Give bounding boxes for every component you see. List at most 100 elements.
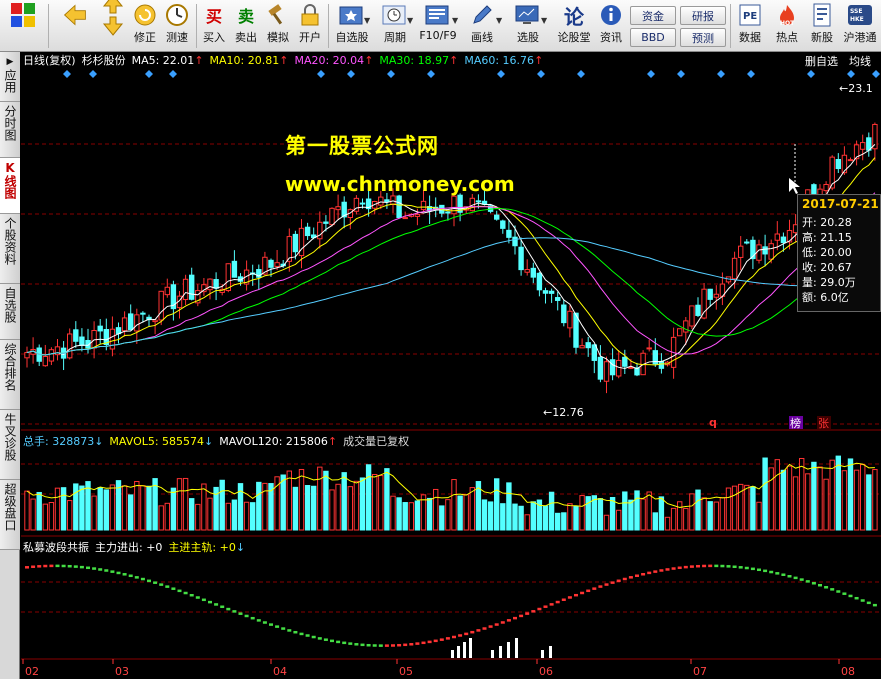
indicator-step: [519, 614, 524, 618]
volume-bar: [695, 489, 701, 531]
hk-connect-button[interactable]: SSE HKE 沪港通: [840, 3, 880, 49]
volume-bar: [109, 484, 116, 531]
draw-line-dropdown-icon[interactable]: ▼: [496, 16, 502, 25]
news-button[interactable]: 资讯: [596, 3, 626, 49]
ma60-label: MA60: 16.76↑: [464, 53, 544, 67]
candle-body: [396, 195, 402, 219]
indicator-step: [86, 566, 90, 570]
chart-canvas[interactable]: ←23.1 ←12.76 q 榜 张 02 03 04 05 06 07 08: [21, 52, 881, 679]
sidebar-tab-diagnosis[interactable]: 牛叉诊股: [0, 410, 20, 480]
volume-bar: [762, 457, 768, 531]
volume-bar: [872, 469, 878, 531]
tooltip-date: 2017-07-21: [802, 197, 879, 211]
new-stock-button[interactable]: 新股: [806, 3, 838, 49]
period-dropdown-icon[interactable]: ▼: [407, 16, 413, 25]
watchlist-dropdown-icon[interactable]: ▼: [364, 16, 370, 25]
indicator-step: [116, 571, 121, 575]
sidebar-tab-kline[interactable]: K线图: [0, 158, 20, 214]
sidebar-tab-stock-profile[interactable]: 个股资料: [0, 214, 20, 284]
sidebar-tab-intraday[interactable]: 分时图: [0, 102, 20, 158]
sell-icon: 卖: [237, 7, 254, 26]
sidebar-tab-watchlist[interactable]: 自选股: [0, 284, 20, 340]
volume-bar: [97, 487, 103, 531]
candle-body: [134, 314, 140, 332]
indicator-step: [671, 567, 676, 570]
indicator-step: [616, 579, 621, 583]
volume-bar: [396, 497, 402, 531]
indicator-step: [494, 623, 499, 626]
volume-bar: [335, 483, 341, 531]
indicator-step: [830, 588, 835, 591]
indicator-step: [140, 577, 145, 581]
f10-dropdown-icon[interactable]: ▼: [452, 16, 458, 25]
candle-body: [79, 336, 85, 346]
indicator-step: [244, 614, 249, 618]
indicator-step: [811, 582, 816, 585]
indicator-step: [391, 644, 395, 647]
indicator-step: [409, 643, 414, 646]
volume-bar: [664, 516, 671, 531]
forum-button[interactable]: 论 论股堂: [554, 3, 594, 49]
candle-body: [689, 305, 695, 327]
volume-bar: [609, 497, 616, 531]
hotspot-button[interactable]: HOT 热点: [770, 3, 804, 49]
research-button[interactable]: 研报: [680, 6, 726, 25]
volume-bar: [231, 499, 238, 531]
sidebar-tab-apps[interactable]: ▶ 应用: [0, 52, 20, 102]
volume-bar: [518, 505, 524, 531]
candle-body: [73, 329, 79, 342]
indicator-step: [738, 566, 743, 569]
windows-grid-button[interactable]: [6, 3, 40, 49]
draw-line-button[interactable]: 画线: [464, 3, 500, 49]
kline-chart-area[interactable]: ←23.1 ←12.76 q 榜 张 02 03 04 05 06 07 08 日线(复权) 杉杉股份…: [21, 52, 881, 679]
f10-button[interactable]: F10/F9: [418, 3, 458, 49]
data-button[interactable]: PE 数据: [734, 3, 766, 49]
candle-body: [512, 236, 518, 247]
volume-bar: [713, 501, 719, 531]
sell-button[interactable]: 卖 卖出: [232, 3, 260, 49]
revise-button[interactable]: 修正: [130, 3, 160, 49]
remove-watchlist-button[interactable]: 删自选: [803, 53, 840, 68]
volume-bar: [128, 494, 134, 531]
ma-button[interactable]: 均线: [847, 53, 873, 68]
stock-select-dropdown-icon[interactable]: ▼: [541, 16, 547, 25]
volume-bar: [634, 490, 640, 531]
indicator-step: [262, 621, 267, 624]
x-axis-label: 02: [25, 665, 39, 678]
speed-test-button[interactable]: 测速: [162, 3, 192, 49]
open-account-button[interactable]: 开户: [296, 3, 324, 49]
watchlist-button[interactable]: 自选股: [332, 3, 372, 49]
buy-button[interactable]: 买 买入: [200, 3, 228, 49]
volume-bar: [774, 459, 780, 531]
sidebar-tab-super-quote[interactable]: 超级盘口: [0, 480, 20, 550]
forecast-button[interactable]: 预测: [680, 28, 726, 47]
volume-bar: [365, 464, 372, 531]
period-button[interactable]: 周期: [377, 3, 413, 49]
volume-bar: [744, 484, 750, 531]
volume-bar: [683, 507, 689, 531]
capital-button[interactable]: 资金: [630, 6, 676, 25]
volume-bar: [207, 497, 213, 531]
up-down-button[interactable]: [100, 0, 126, 49]
volume-bar: [219, 479, 225, 531]
signal-diamond-icon: [677, 70, 685, 78]
volume-bar: [548, 491, 555, 531]
back-button[interactable]: [56, 3, 94, 49]
volume-bar: [829, 459, 835, 531]
indicator-step: [372, 644, 377, 647]
candle-body: [658, 360, 665, 369]
candle-body: [402, 217, 408, 220]
simulate-button[interactable]: 模拟: [264, 3, 292, 49]
watermark-title: 第一股票公式网: [285, 134, 439, 158]
candle-body: [378, 196, 384, 206]
stock-select-button[interactable]: 选股: [509, 3, 547, 49]
candle-body: [213, 279, 219, 289]
sidebar-tab-ranking[interactable]: 综合排名: [0, 340, 20, 410]
candle-body: [475, 200, 482, 203]
bbd-button[interactable]: BBD: [630, 28, 676, 47]
indicator-step: [256, 619, 261, 622]
indicator-step: [134, 576, 139, 579]
candle-body: [731, 257, 738, 280]
gavel-icon: [265, 3, 291, 27]
volume-bar: [256, 481, 262, 531]
